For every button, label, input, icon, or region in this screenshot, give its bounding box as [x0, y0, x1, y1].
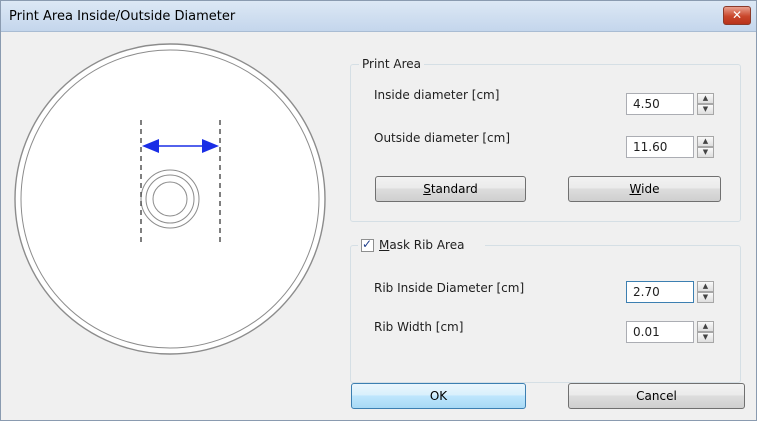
outside-diameter-input[interactable] — [626, 136, 694, 158]
spin-down-icon[interactable]: ▼ — [697, 104, 714, 115]
standard-mnemonic: S — [423, 182, 431, 196]
dialog-window: Print Area Inside/Outside Diameter ✕ Pri… — [0, 0, 757, 421]
standard-button-rest: tandard — [430, 182, 478, 196]
window-title: Print Area Inside/Outside Diameter — [9, 9, 236, 24]
print-area-group: Print Area Inside diameter [cm] ▲ ▼ Outs… — [350, 57, 741, 222]
spin-down-icon[interactable]: ▼ — [697, 147, 714, 158]
spin-up-icon[interactable]: ▲ — [697, 136, 714, 147]
standard-button[interactable]: Standard — [375, 176, 526, 202]
spin-up-icon[interactable]: ▲ — [697, 281, 714, 292]
wide-button-rest: ide — [641, 182, 660, 196]
close-icon: ✕ — [731, 8, 743, 22]
rib-width-label: Rib Width [cm] — [374, 320, 464, 334]
inside-diameter-label: Inside diameter [cm] — [374, 88, 500, 102]
cancel-button[interactable]: Cancel — [568, 383, 745, 409]
spin-down-icon[interactable]: ▼ — [697, 292, 714, 303]
rib-inside-diameter-label: Rib Inside Diameter [cm] — [374, 281, 525, 295]
disc-preview — [14, 43, 326, 355]
inside-diameter-input[interactable] — [626, 93, 694, 115]
ok-button[interactable]: OK — [351, 383, 526, 409]
spin-down-icon[interactable]: ▼ — [697, 332, 714, 343]
title-bar: Print Area Inside/Outside Diameter ✕ — [1, 1, 756, 32]
disc-outer-edge — [14, 43, 326, 355]
close-button[interactable]: ✕ — [723, 6, 751, 25]
wide-mnemonic: W — [629, 182, 642, 196]
spin-up-icon[interactable]: ▲ — [697, 321, 714, 332]
mask-rib-header: ✓ Mask Rib Area — [358, 237, 485, 255]
outside-diameter-label: Outside diameter [cm] — [374, 131, 511, 145]
rib-width-input[interactable] — [626, 321, 694, 343]
mask-rib-mnemonic: M — [379, 238, 390, 252]
check-icon: ✓ — [362, 237, 373, 251]
spin-up-icon[interactable]: ▲ — [697, 93, 714, 104]
mask-rib-label[interactable]: Mask Rib Area — [379, 238, 464, 252]
wide-button[interactable]: Wide — [568, 176, 721, 202]
print-area-group-title: Print Area — [359, 57, 425, 71]
rib-inside-diameter-input[interactable] — [626, 281, 694, 303]
mask-rib-group: ✓ Mask Rib Area Rib Inside Diameter [cm]… — [350, 237, 741, 383]
mask-rib-label-rest: ask Rib Area — [389, 238, 465, 252]
mask-rib-checkbox[interactable]: ✓ — [361, 237, 374, 252]
dialog-client-area: Print Area Inside diameter [cm] ▲ ▼ Outs… — [1, 32, 756, 420]
